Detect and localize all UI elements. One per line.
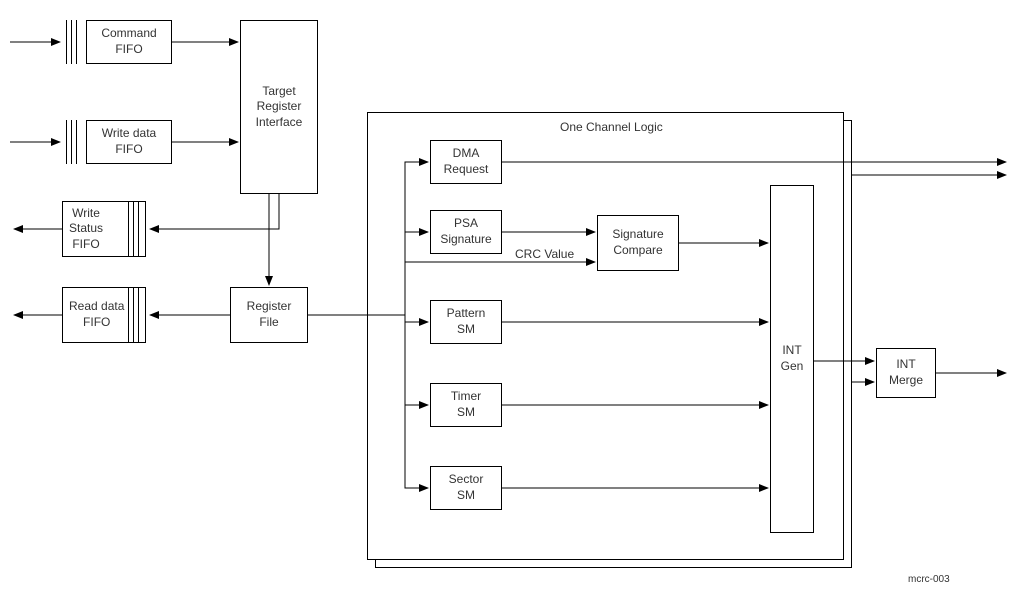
command-fifo-label: CommandFIFO (101, 26, 156, 57)
channel-title-label: One Channel Logic (560, 120, 663, 134)
register-file-label: RegisterFile (247, 299, 292, 330)
write-status-fifo-lines-icon (128, 201, 139, 257)
psa-signature-block: PSASignature (430, 210, 502, 254)
pattern-sm-label: PatternSM (447, 306, 486, 337)
dma-request-label: DMARequest (444, 146, 489, 177)
timer-sm-block: TimerSM (430, 383, 502, 427)
int-merge-label: INTMerge (889, 357, 923, 388)
write-data-fifo-lines-icon (66, 120, 77, 164)
dma-request-block: DMARequest (430, 140, 502, 184)
command-fifo-lines-icon (66, 20, 77, 64)
signature-compare-label: SignatureCompare (612, 227, 663, 258)
register-file-block: RegisterFile (230, 287, 308, 343)
signature-compare-block: SignatureCompare (597, 215, 679, 271)
int-gen-label: INTGen (781, 343, 804, 374)
int-merge-block: INTMerge (876, 348, 936, 398)
read-data-fifo-label: Read dataFIFO (69, 299, 124, 330)
timer-sm-label: TimerSM (451, 389, 481, 420)
image-id-label: mcrc-003 (908, 574, 950, 585)
write-data-fifo-block: Write dataFIFO (86, 120, 172, 164)
pattern-sm-block: PatternSM (430, 300, 502, 344)
int-gen-block: INTGen (770, 185, 814, 533)
command-fifo-block: CommandFIFO (86, 20, 172, 64)
psa-signature-label: PSASignature (440, 216, 491, 247)
target-register-interface-label: TargetRegisterInterface (256, 84, 303, 131)
read-data-fifo-lines-icon (128, 287, 139, 343)
crc-value-label: CRC Value (515, 247, 574, 261)
target-register-interface-block: TargetRegisterInterface (240, 20, 318, 194)
sector-sm-block: SectorSM (430, 466, 502, 510)
sector-sm-label: SectorSM (449, 472, 484, 503)
write-data-fifo-label: Write dataFIFO (102, 126, 156, 157)
write-status-fifo-label: WriteStatusFIFO (69, 206, 103, 253)
